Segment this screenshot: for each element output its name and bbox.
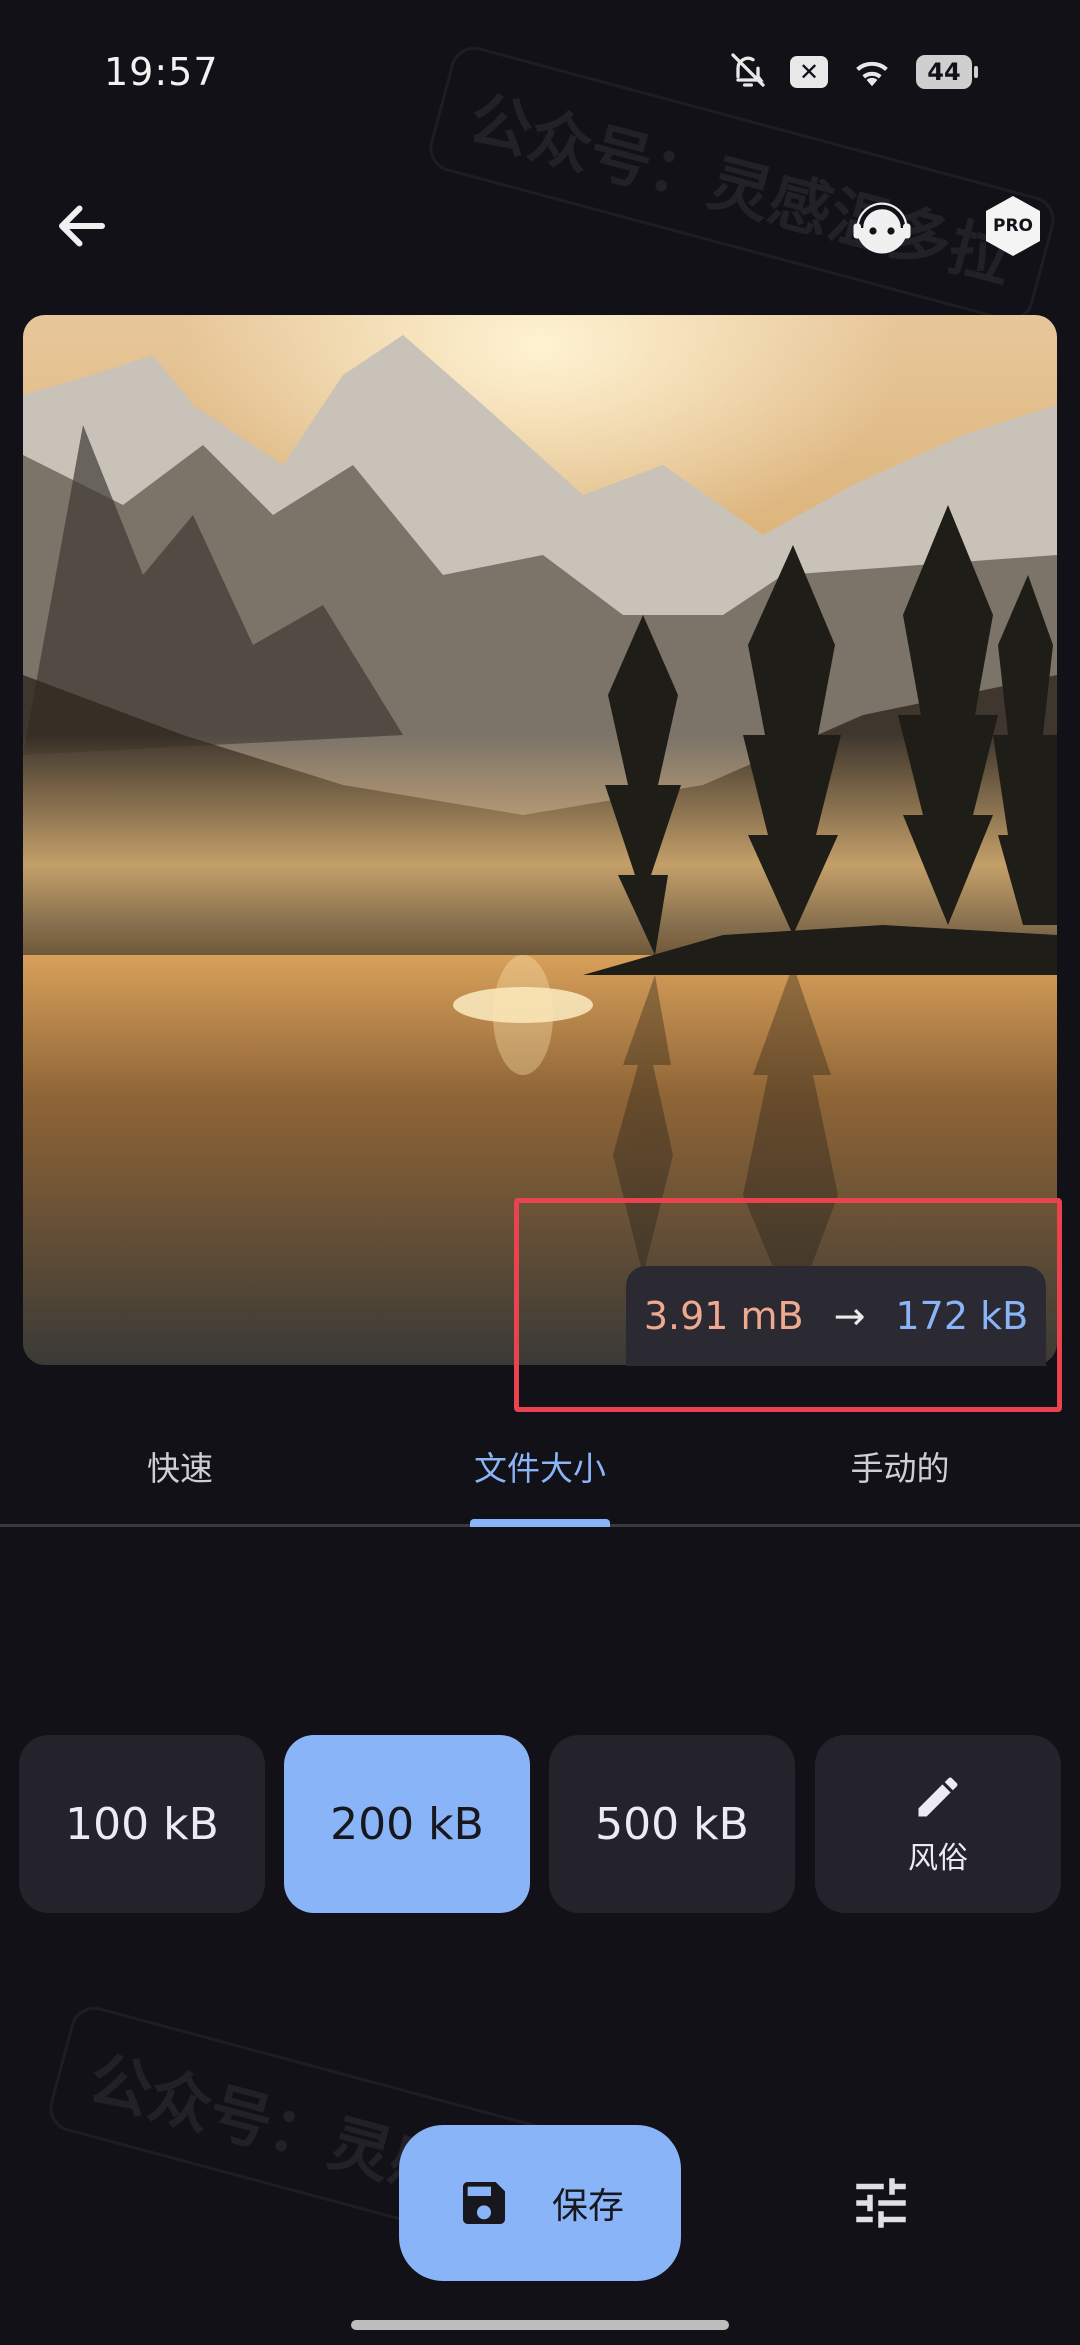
tab-file-size[interactable]: 文件大小 [360, 1408, 720, 1527]
size-option-200kb[interactable]: 200 kB [284, 1735, 530, 1913]
tab-label: 文件大小 [474, 1449, 606, 1488]
size-option-500kb[interactable]: 500 kB [549, 1735, 795, 1913]
status-icons: ✕ 44 [728, 50, 978, 94]
tab-manual[interactable]: 手动的 [720, 1408, 1080, 1524]
notifications-off-icon [728, 50, 768, 94]
wifi-icon [850, 52, 894, 92]
support-button[interactable] [846, 192, 918, 264]
back-button[interactable] [52, 196, 112, 256]
support-agent-icon [853, 202, 911, 254]
pro-label: PRO [992, 216, 1033, 236]
size-option-label: 200 kB [330, 1798, 484, 1850]
pencil-icon [918, 1777, 958, 1817]
annotation-highlight-box [514, 1198, 1062, 1412]
tab-quick[interactable]: 快速 [0, 1408, 360, 1524]
tab-label: 快速 [147, 1449, 213, 1488]
tab-label: 手动的 [850, 1449, 950, 1488]
tab-indicator [470, 1519, 610, 1527]
settings-button[interactable] [848, 2170, 914, 2236]
size-option-label: 500 kB [595, 1798, 749, 1850]
save-icon [462, 2182, 505, 2224]
save-label: 保存 [551, 2186, 624, 2227]
home-indicator[interactable] [351, 2320, 729, 2330]
close-box-icon: ✕ [790, 56, 828, 88]
size-option-label: 100 kB [65, 1798, 219, 1850]
tune-icon [856, 2178, 906, 2228]
battery-icon: 44 [916, 55, 978, 89]
pro-badge[interactable]: PRO [986, 196, 1040, 256]
size-option-100kb[interactable]: 100 kB [19, 1735, 265, 1913]
status-time: 19:57 [104, 50, 219, 94]
mode-tabs: 快速 文件大小 手动的 [0, 1408, 1080, 1527]
arrow-left-icon [59, 205, 105, 247]
size-option-label: 风俗 [908, 1841, 968, 1876]
save-button[interactable]: 保存 [399, 2125, 681, 2281]
size-option-custom[interactable]: 风俗 [815, 1735, 1061, 1913]
